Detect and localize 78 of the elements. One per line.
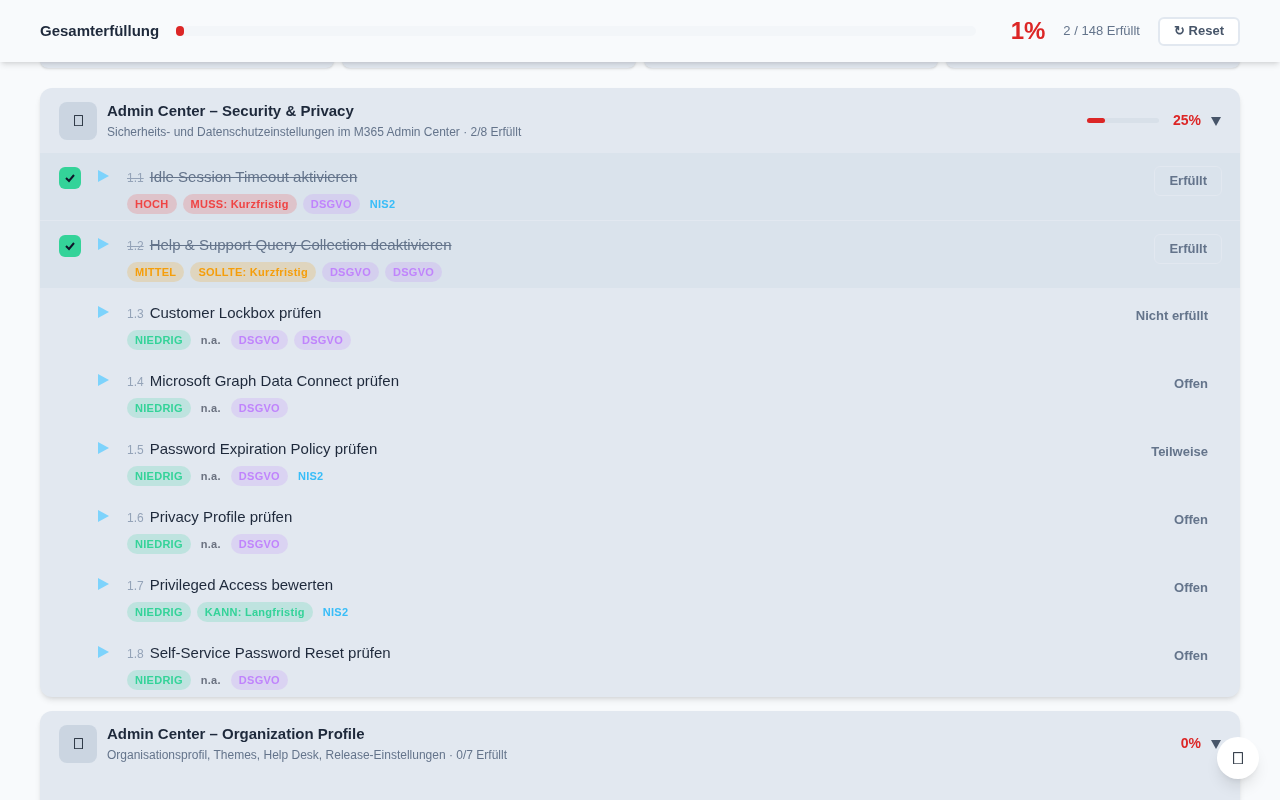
tag: SOLLTE: Kurzfristig (190, 261, 316, 282)
overall-percent: 1% (1010, 16, 1046, 46)
square-icon (73, 737, 83, 750)
expand-icon[interactable] (98, 306, 109, 318)
tag: n.a. (196, 671, 225, 688)
status-label[interactable]: Nicht erfüllt (1121, 302, 1222, 330)
fulfilled-count: 2 / 148 Erfüllt (1063, 22, 1140, 41)
status-label[interactable]: Offen (1160, 642, 1222, 670)
item-title: Privacy Profile prüfen (149, 507, 293, 527)
tag: n.a. (196, 535, 225, 552)
item-title: Idle Session Timeout aktivieren (149, 167, 358, 187)
item-title: Password Expiration Policy prüfen (149, 439, 378, 459)
item-title: Self-Service Password Reset prüfen (149, 643, 391, 663)
checkbox[interactable] (59, 235, 81, 257)
item-number: 1.5 (127, 442, 144, 459)
section-title: Admin Center – Security & Privacy (107, 101, 355, 122)
tag: n.a. (196, 399, 225, 416)
tag: HOCH (127, 193, 177, 214)
expand-icon[interactable] (98, 646, 109, 658)
square-icon (1233, 751, 1243, 765)
page-title: Gesamterfüllung (40, 20, 160, 41)
square-icon (73, 114, 83, 127)
item-number: 1.2 (127, 238, 144, 255)
section-title: Admin Center – Organization Profile (107, 724, 366, 745)
tag: n.a. (196, 467, 225, 484)
tag: NIS2 (293, 467, 328, 484)
tag: MITTEL (127, 261, 185, 282)
tag: NIEDRIG (127, 329, 191, 350)
tag: DSGVO (230, 465, 288, 486)
tag: MUSS: Kurzfristig (182, 193, 297, 214)
expand-icon[interactable] (98, 238, 109, 250)
item-number: 1.6 (127, 510, 144, 527)
tag: NIEDRIG (127, 601, 191, 622)
tag: DSGVO (385, 261, 443, 282)
expand-icon[interactable] (98, 510, 109, 522)
item-number: 1.3 (127, 306, 144, 323)
floating-button[interactable] (1217, 737, 1259, 779)
tag: DSGVO (293, 329, 352, 350)
tag: NIEDRIG (127, 533, 191, 554)
section-percent: 25% (1171, 111, 1201, 130)
status-label[interactable]: Erfüllt (1154, 166, 1222, 196)
tag: n.a. (196, 331, 225, 348)
tag: NIEDRIG (127, 397, 191, 418)
expand-icon[interactable] (98, 578, 109, 590)
reset-button[interactable]: ↻ Reset (1157, 16, 1240, 46)
tag: DSGVO (230, 669, 288, 690)
item-title: Customer Lockbox prüfen (149, 303, 322, 323)
section-subtitle: Sicherheits- und Datenschutzeinstellungen im M365 Admin Center · 2/8 Erfüllt (107, 123, 523, 141)
item-title: Help & Support Query Collection deaktivieren (149, 235, 452, 255)
tag: DSGVO (230, 533, 288, 554)
caret-icon[interactable] (1211, 115, 1221, 126)
tag: NIS2 (365, 195, 400, 212)
tag: DSGVO (230, 329, 288, 350)
status-label[interactable]: Erfüllt (1154, 234, 1222, 264)
tag: DSGVO (302, 193, 360, 214)
status-label[interactable]: Teilweise (1137, 438, 1222, 466)
item-title: Microsoft Graph Data Connect prüfen (149, 371, 399, 391)
status-label[interactable]: Offen (1160, 370, 1222, 398)
item-number: 1.8 (127, 646, 144, 663)
status-label[interactable]: Offen (1160, 506, 1222, 534)
tag: NIS2 (318, 603, 353, 620)
item-number: 1.1 (127, 170, 144, 187)
status-label[interactable]: Offen (1160, 574, 1222, 602)
section-subtitle: Organisationsprofil, Themes, Help Desk, Release-Einstellungen · 0/7 Erfüllt (107, 746, 508, 764)
caret-icon[interactable] (1211, 738, 1221, 749)
section-percent: 0% (1179, 734, 1201, 753)
item-number: 1.7 (127, 578, 144, 595)
tag: DSGVO (321, 261, 379, 282)
tag: NIEDRIG (127, 669, 191, 690)
item-title: Privileged Access bewerten (149, 575, 334, 595)
tag: NIEDRIG (127, 465, 191, 486)
tag: KANN: Langfristig (196, 601, 313, 622)
expand-icon[interactable] (98, 170, 109, 182)
item-number: 1.4 (127, 374, 144, 391)
expand-icon[interactable] (98, 442, 109, 454)
tag: DSGVO (230, 397, 288, 418)
checkbox[interactable] (59, 167, 81, 189)
expand-icon[interactable] (98, 374, 109, 386)
